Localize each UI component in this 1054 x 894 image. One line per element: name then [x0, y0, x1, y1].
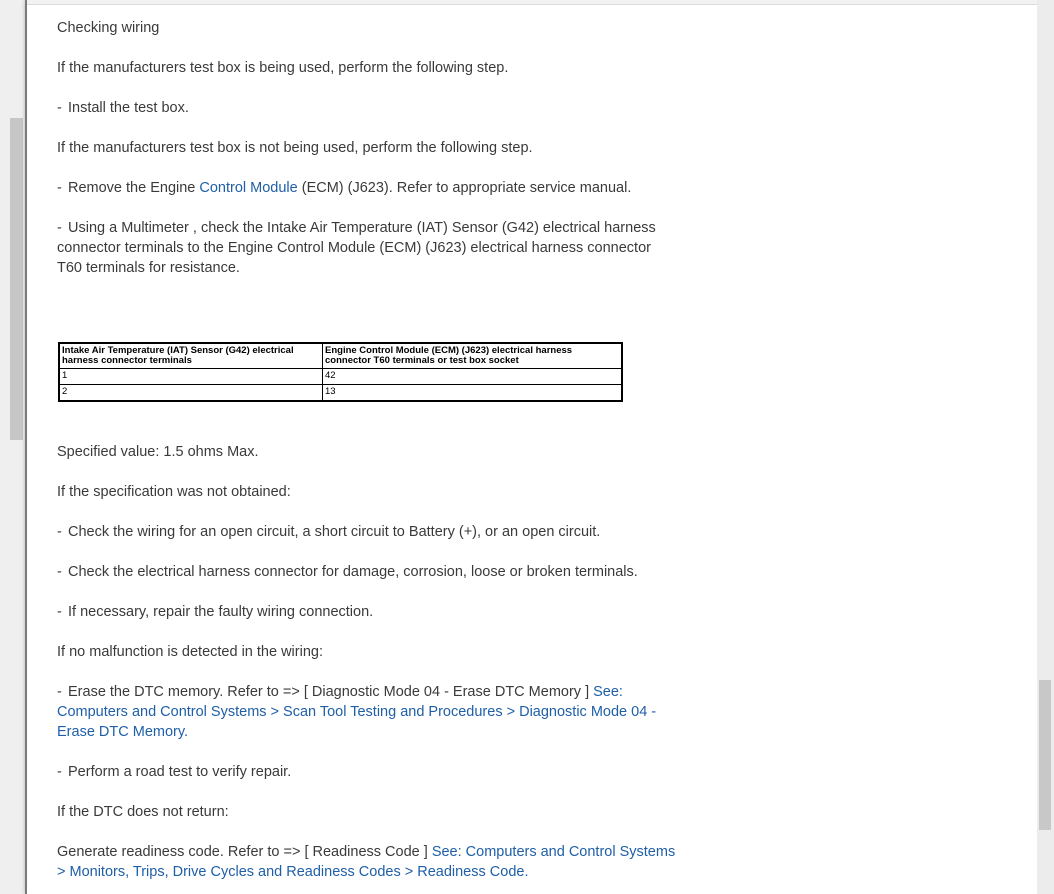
viewport: Checking wiring If the manufacturers tes… [0, 0, 1054, 894]
step-multimeter-check: - Using a Multimeter , check the Intake A… [57, 218, 677, 278]
bullet-dash: - [57, 684, 62, 700]
step-check-wiring: - Check the wiring for an open circuit, a… [57, 522, 677, 542]
left-scrollbar-thumb[interactable] [10, 118, 23, 440]
step-road-test: - Perform a road test to verify repair. [57, 762, 677, 782]
bullet-dash: - [57, 180, 62, 196]
left-scrollbar-track[interactable] [0, 0, 25, 894]
section-heading: Checking wiring [57, 20, 160, 36]
step-text-pre: Erase the DTC memory. Refer to => [ Diag… [68, 684, 594, 700]
paragraph-readiness-code: Generate readiness code. Refer to => [ R… [57, 842, 677, 882]
table-cell: 42 [322, 368, 623, 385]
table-header-iat-terminals: Intake Air Temperature (IAT) Sensor (G42… [58, 342, 323, 369]
paragraph-test-box-not-used: If the manufacturers test box is not bei… [57, 140, 533, 156]
table-cell: 13 [322, 384, 623, 402]
step-text-post: (ECM) (J623). Refer to appropriate servi… [297, 180, 632, 196]
right-scrollbar-thumb[interactable] [1039, 680, 1051, 830]
step-text: Using a Multimeter , check the Intake Ai… [57, 220, 656, 276]
table-header-row: Intake Air Temperature (IAT) Sensor (G42… [58, 342, 623, 369]
step-erase-dtc: - Erase the DTC memory. Refer to => [ Dia… [57, 682, 677, 742]
step-text: Check the wiring for an open circuit, a … [68, 524, 601, 540]
table-cell: 1 [58, 368, 323, 385]
terminal-resistance-table: Intake Air Temperature (IAT) Sensor (G42… [58, 342, 623, 402]
step-repair-wiring: - If necessary, repair the faulty wiring … [57, 602, 677, 622]
bullet-dash: - [57, 524, 62, 540]
table-row: 1 42 [58, 368, 623, 385]
table-header-ecm-terminals: Engine Control Module (ECM) (J623) elect… [322, 342, 623, 369]
step-text-pre: Remove the Engine [68, 180, 200, 196]
paragraph-spec-not-obtained: If the specification was not obtained: [57, 484, 291, 500]
bullet-dash: - [57, 564, 62, 580]
control-module-link[interactable]: Control Module [199, 180, 297, 196]
step-text: Install the test box. [68, 100, 189, 116]
page-top-edge [27, 0, 1039, 5]
bullet-dash: - [57, 604, 62, 620]
step-text: Check the electrical harness connector f… [68, 564, 638, 580]
document-page: Checking wiring If the manufacturers tes… [25, 0, 1039, 894]
table-cell: 2 [58, 384, 323, 402]
step-text: If necessary, repair the faulty wiring c… [68, 604, 374, 620]
specified-value: Specified value: 1.5 ohms Max. [57, 444, 259, 460]
paragraph-test-box-used: If the manufacturers test box is being u… [57, 60, 509, 76]
step-install-test-box: - Install the test box. [57, 98, 677, 118]
step-text: Perform a road test to verify repair. [68, 764, 292, 780]
table-row: 2 13 [58, 384, 623, 402]
document-content: Checking wiring If the manufacturers tes… [57, 18, 677, 894]
step-remove-ecm: - Remove the Engine Control Module (ECM) … [57, 178, 677, 198]
paragraph-text-pre: Generate readiness code. Refer to => [ R… [57, 844, 432, 860]
paragraph-dtc-not-return: If the DTC does not return: [57, 804, 229, 820]
bullet-dash: - [57, 220, 62, 236]
bullet-dash: - [57, 764, 62, 780]
paragraph-no-malfunction: If no malfunction is detected in the wir… [57, 644, 323, 660]
step-check-connector: - Check the electrical harness connector … [57, 562, 677, 582]
bullet-dash: - [57, 100, 62, 116]
